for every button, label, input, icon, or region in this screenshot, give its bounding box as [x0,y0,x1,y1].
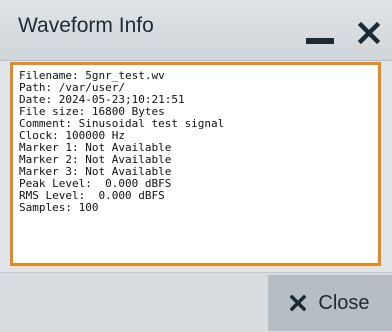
dialog-title: Waveform Info [18,14,154,37]
close-button-label: Close [318,291,370,314]
minimize-icon [306,38,334,44]
waveform-info-text[interactable]: Filename: 5gnr_test.wv Path: /var/user/ … [10,62,381,266]
close-icon [290,295,307,311]
minimize-button[interactable] [300,14,340,50]
info-samples: Samples: 100 [19,201,99,214]
close-button[interactable]: Close [268,275,392,331]
waveform-info-dialog: Waveform Info Filename: 5gnr_test.wv Pat… [0,0,392,332]
close-icon [357,21,381,45]
title-bar: Waveform Info [0,0,392,61]
close-window-button[interactable] [352,14,386,50]
